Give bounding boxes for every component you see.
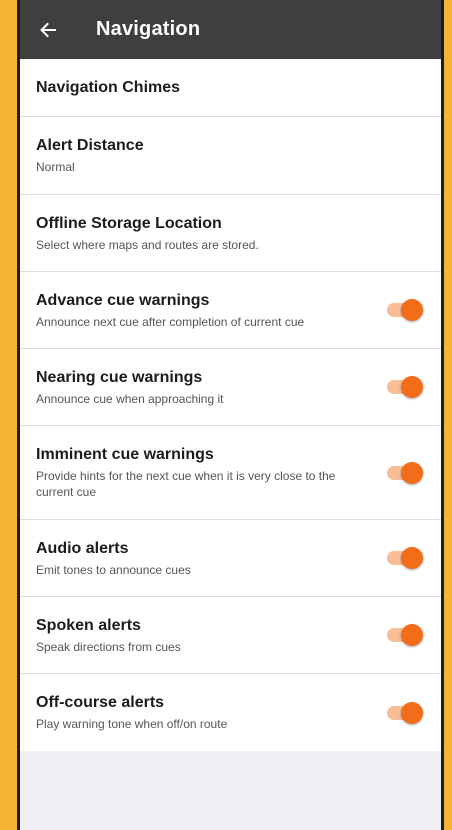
device-frame-right	[444, 0, 452, 830]
app-bar: Navigation	[20, 0, 441, 59]
setting-text: Off-course alerts Play warning tone when…	[36, 693, 385, 732]
toggle-thumb	[401, 624, 423, 646]
page-title: Navigation	[96, 18, 201, 40]
setting-text: Alert Distance Normal	[36, 136, 425, 175]
setting-subtitle: Speak directions from cues	[36, 639, 181, 654]
setting-title: Advance cue warnings	[36, 291, 210, 309]
setting-title: Nearing cue warnings	[36, 368, 203, 386]
device-frame-divider-right	[441, 0, 444, 830]
nearing-cue-warnings-toggle[interactable]	[385, 375, 423, 399]
setting-text: Spoken alerts Speak directions from cues	[36, 616, 385, 655]
setting-title: Imminent cue warnings	[36, 446, 214, 463]
setting-text: Nearing cue warnings Announce cue when a…	[36, 368, 385, 407]
app-screen: Navigation Navigation Chimes Alert Dista…	[20, 0, 441, 830]
setting-subtitle: Provide hints for the next cue when it i…	[36, 469, 336, 499]
setting-subtitle: Announce next cue after completion of cu…	[36, 314, 305, 329]
off-course-alerts-toggle[interactable]	[385, 701, 423, 725]
setting-spoken-alerts[interactable]: Spoken alerts Speak directions from cues	[20, 597, 441, 674]
setting-title: Spoken alerts	[36, 616, 141, 634]
setting-subtitle: Normal	[36, 160, 75, 174]
advance-cue-warnings-toggle[interactable]	[385, 298, 423, 322]
toggle-thumb	[401, 547, 423, 569]
arrow-left-icon[interactable]	[20, 0, 76, 59]
settings-list: Navigation Chimes Alert Distance Normal …	[20, 59, 441, 751]
setting-title: Audio alerts	[36, 539, 129, 557]
setting-title: Offline Storage Location	[36, 214, 222, 232]
setting-title: Alert Distance	[36, 137, 144, 154]
setting-title: Navigation Chimes	[36, 78, 181, 96]
setting-text: Audio alerts Emit tones to announce cues	[36, 539, 385, 578]
setting-advance-cue-warnings[interactable]: Advance cue warnings Announce next cue a…	[20, 272, 441, 349]
setting-offline-storage-location[interactable]: Offline Storage Location Select where ma…	[20, 195, 441, 272]
setting-subtitle: Announce cue when approaching it	[36, 391, 224, 406]
toggle-thumb	[401, 376, 423, 398]
setting-subtitle: Select where maps and routes are stored.	[36, 237, 259, 252]
toggle-thumb	[401, 701, 423, 724]
setting-title: Off-course alerts	[36, 694, 165, 711]
audio-alerts-toggle[interactable]	[385, 546, 423, 570]
toggle-thumb	[401, 461, 423, 484]
setting-subtitle: Emit tones to announce cues	[36, 562, 191, 577]
setting-imminent-cue-warnings[interactable]: Imminent cue warnings Provide hints for …	[20, 426, 441, 520]
setting-text: Imminent cue warnings Provide hints for …	[36, 445, 385, 500]
setting-text: Navigation Chimes	[36, 78, 425, 98]
setting-subtitle: Play warning tone when off/on route	[36, 717, 228, 731]
spoken-alerts-toggle[interactable]	[385, 623, 423, 647]
setting-text: Advance cue warnings Announce next cue a…	[36, 291, 385, 330]
setting-alert-distance[interactable]: Alert Distance Normal	[20, 117, 441, 195]
toggle-thumb	[401, 299, 423, 321]
imminent-cue-warnings-toggle[interactable]	[385, 461, 423, 485]
setting-audio-alerts[interactable]: Audio alerts Emit tones to announce cues	[20, 520, 441, 597]
setting-off-course-alerts[interactable]: Off-course alerts Play warning tone when…	[20, 674, 441, 751]
setting-text: Offline Storage Location Select where ma…	[36, 214, 425, 253]
setting-nearing-cue-warnings[interactable]: Nearing cue warnings Announce cue when a…	[20, 349, 441, 426]
setting-navigation-chimes[interactable]: Navigation Chimes	[20, 59, 441, 117]
